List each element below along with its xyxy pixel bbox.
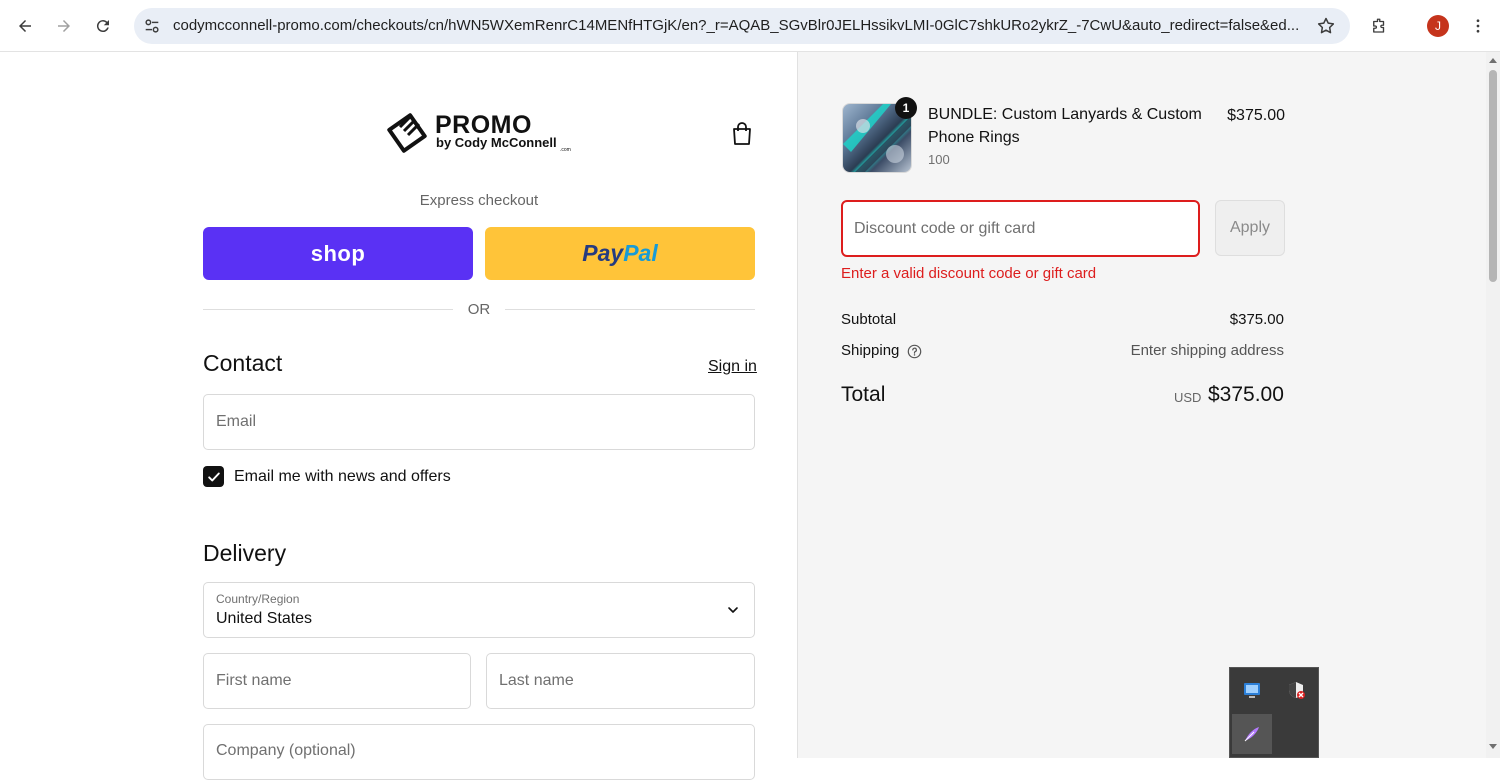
kebab-menu-icon xyxy=(1476,19,1480,33)
subtotal-label: Subtotal xyxy=(841,311,897,328)
newsletter-checkbox[interactable] xyxy=(203,466,224,487)
help-circle-icon[interactable] xyxy=(907,344,922,359)
country-select[interactable]: Country/Region United States xyxy=(203,582,755,638)
logo-suffix: .com xyxy=(560,147,571,153)
page-scrollbar[interactable] xyxy=(1486,52,1500,758)
logo-subtitle: by Cody McConnell xyxy=(436,135,557,150)
first-name-placeholder: First name xyxy=(216,672,292,689)
apply-discount-button[interactable]: Apply xyxy=(1215,200,1285,256)
company-field[interactable]: Company (optional) xyxy=(203,724,755,780)
currency-code: USD xyxy=(1174,390,1202,405)
promo-logo-icon xyxy=(387,113,427,153)
back-button[interactable] xyxy=(9,10,41,42)
shipping-value: Enter shipping address xyxy=(1130,342,1284,359)
shipping-label: Shipping xyxy=(841,342,900,359)
first-name-field[interactable]: First name xyxy=(203,653,471,709)
sign-in-link[interactable]: Sign in xyxy=(708,358,757,376)
browser-toolbar: codymcconnell-promo.com/checkouts/cn/hWN… xyxy=(0,0,1500,52)
or-divider: OR xyxy=(203,300,755,320)
express-checkout-label: Express checkout xyxy=(419,192,539,209)
system-tray-popup xyxy=(1229,667,1319,758)
or-label: OR xyxy=(467,301,491,318)
product-variant: 100 xyxy=(928,152,950,167)
country-value: United States xyxy=(216,610,313,627)
company-placeholder: Company (optional) xyxy=(216,742,356,759)
forward-button[interactable] xyxy=(48,10,80,42)
newsletter-label[interactable]: Email me with news and offers xyxy=(234,468,451,486)
scrollbar-thumb[interactable] xyxy=(1489,70,1497,282)
chevron-down-icon xyxy=(728,607,738,613)
discount-placeholder: Discount code or gift card xyxy=(854,220,1036,237)
browser-menu-button[interactable] xyxy=(1462,10,1494,42)
checkmark-icon xyxy=(207,472,220,481)
contact-heading: Contact xyxy=(203,350,283,376)
delivery-heading: Delivery xyxy=(203,540,287,566)
tray-feather-app-icon[interactable] xyxy=(1232,714,1272,754)
quantity-badge: 1 xyxy=(895,97,917,119)
store-logo[interactable]: PROMO by Cody McConnell .com xyxy=(383,109,577,157)
discount-error-message: Enter a valid discount code or gift card xyxy=(841,265,1097,282)
paypal-button[interactable]: Pay Pal xyxy=(485,227,755,280)
email-field[interactable]: Email xyxy=(203,394,755,450)
subtotal-value: $375.00 xyxy=(1229,311,1284,328)
order-summary-column: 1 BUNDLE: Custom Lanyards & Custom Phone… xyxy=(797,52,1500,758)
paypal-label-pal: Pal xyxy=(623,240,658,266)
product-price: $375.00 xyxy=(1227,107,1285,124)
url-text[interactable]: codymcconnell-promo.com/checkouts/cn/hWN… xyxy=(173,17,1303,34)
puzzle-icon xyxy=(1373,18,1385,33)
checkout-form-column: PROMO by Cody McConnell .com Express che… xyxy=(0,52,797,780)
scroll-up-arrow-icon[interactable] xyxy=(1489,58,1497,63)
site-settings-icon[interactable] xyxy=(142,16,162,36)
tray-security-shield-icon[interactable] xyxy=(1276,670,1316,710)
total-value: $375.00 xyxy=(1208,383,1284,406)
reload-icon xyxy=(96,20,109,33)
arrow-left-icon xyxy=(19,20,31,32)
last-name-placeholder: Last name xyxy=(499,672,574,689)
address-bar[interactable]: codymcconnell-promo.com/checkouts/cn/hWN… xyxy=(134,8,1350,44)
product-name: BUNDLE: Custom Lanyards & Custom Phone R… xyxy=(928,106,1202,146)
discount-code-input[interactable]: Discount code or gift card xyxy=(841,200,1200,257)
bookmark-star-icon[interactable] xyxy=(1316,16,1336,36)
tray-network-app-icon[interactable] xyxy=(1232,670,1272,710)
arrow-right-icon xyxy=(58,20,70,32)
profile-avatar[interactable]: J xyxy=(1427,15,1449,37)
total-label: Total xyxy=(841,383,886,406)
country-label: Country/Region xyxy=(216,592,300,606)
cart-bag-icon[interactable] xyxy=(730,121,754,147)
email-placeholder: Email xyxy=(216,413,257,430)
last-name-field[interactable]: Last name xyxy=(486,653,755,709)
scroll-down-arrow-icon[interactable] xyxy=(1489,744,1497,749)
reload-button[interactable] xyxy=(87,10,119,42)
paypal-label-pay: Pay xyxy=(582,240,624,266)
shop-pay-button[interactable]: shop xyxy=(203,227,473,280)
extensions-button[interactable] xyxy=(1363,10,1395,42)
